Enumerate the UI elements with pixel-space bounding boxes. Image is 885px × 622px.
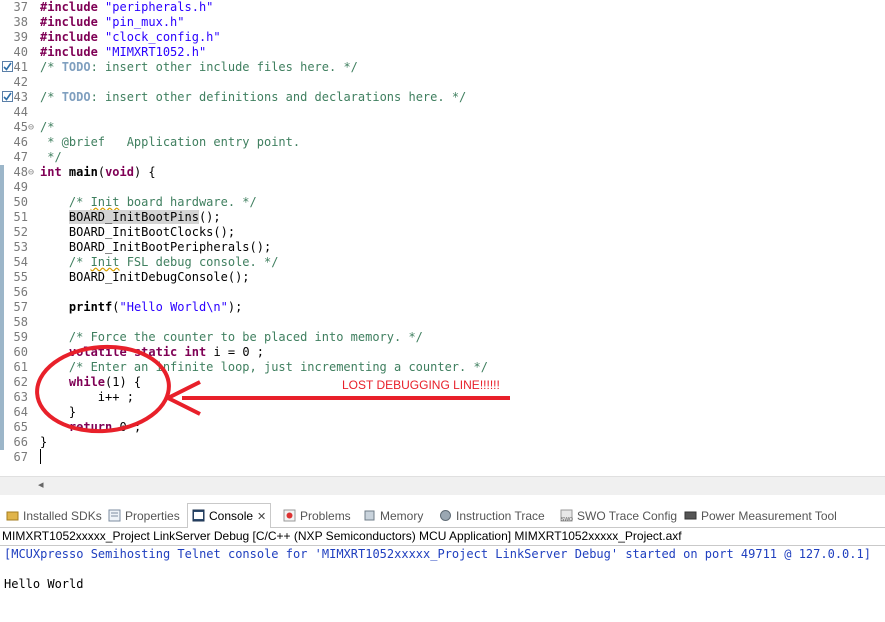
tab-instruction-trace[interactable]: Instruction Trace xyxy=(439,507,545,525)
tab-label: Power Measurement Tool xyxy=(701,509,837,523)
instruction-trace-icon xyxy=(440,510,451,521)
swo-icon: SWO xyxy=(560,509,573,522)
annotation-overlay xyxy=(35,344,510,434)
tab-label: Console xyxy=(209,509,254,523)
tab-power-measurement[interactable]: Power Measurement Tool xyxy=(684,507,837,525)
tab-problems[interactable]: Problems xyxy=(283,507,351,525)
tab-label: SWO Trace Config xyxy=(577,509,678,523)
tab-label: Problems xyxy=(300,509,351,523)
tab-installed-sdks[interactable]: Installed SDKs xyxy=(6,507,102,525)
panel-sash[interactable] xyxy=(0,495,885,503)
problems-icon xyxy=(283,509,296,522)
sdk-folder-icon xyxy=(6,511,19,521)
tab-console[interactable]: Console ✕ xyxy=(187,503,272,528)
annotation-circle xyxy=(35,344,171,434)
console-separator xyxy=(0,545,885,546)
console-icon xyxy=(192,509,205,522)
scroll-left-icon[interactable]: ◂ xyxy=(38,478,44,491)
memory-icon xyxy=(364,510,375,521)
power-icon xyxy=(684,511,697,520)
console-description: MIMXRT1052xxxxx_Project LinkServer Debug… xyxy=(2,529,682,543)
tab-label: Installed SDKs xyxy=(23,509,102,523)
properties-icon xyxy=(108,509,121,522)
horizontal-scrollbar[interactable]: ◂ xyxy=(0,476,885,495)
tab-label: Properties xyxy=(125,509,180,523)
console-output-line: Hello World xyxy=(4,577,84,591)
tab-label: Instruction Trace xyxy=(456,509,545,523)
tab-label: Memory xyxy=(380,509,424,523)
console-output-line: [MCUXpresso Semihosting Telnet console f… xyxy=(4,547,871,561)
tab-properties[interactable]: Properties xyxy=(108,507,180,525)
close-icon[interactable]: ✕ xyxy=(257,511,266,523)
tab-memory[interactable]: Memory xyxy=(363,507,423,525)
svg-text:SWO: SWO xyxy=(561,517,573,522)
view-tabs: Installed SDKs Properties Console ✕ Problems… xyxy=(0,503,885,528)
tab-swo-trace-config[interactable]: SWO SWO Trace Config xyxy=(560,507,677,525)
